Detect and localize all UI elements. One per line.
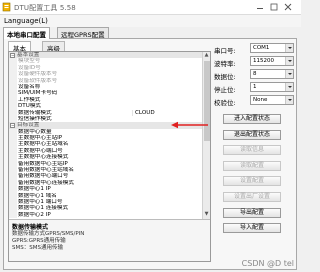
description-panel: 数据传输模式 数据传输方式GPRS/SMS/PIN GPRS:GPRS通用传输 … [9,219,210,261]
field-data-bits: 数据位: 8 [214,69,296,81]
property-name: 数据中心2 IP [18,211,51,218]
description-line-2: GPRS:GPRS通用传输 [12,238,66,244]
chevron-down-icon[interactable] [285,70,293,78]
minimize-icon[interactable] [255,2,265,12]
description-line-1: 数据传输方式GPRS/SMS/PIN [12,231,85,237]
set-config-button[interactable]: 设置配置 [223,176,281,187]
serial-settings: 串口号: COM1 波特率: 115200 数据位: 8 停止位: 1 校验位:… [214,43,296,108]
read-config-button[interactable]: 读取配置 [223,160,281,171]
serial-port-label: 串口号: [214,47,236,55]
action-buttons: 进入配置状态 退出配置状态 读取信息 读取配置 设置配置 设置出厂设置 导出配置… [223,114,291,239]
tab-local-serial[interactable]: 本地串口配置 [3,27,50,39]
chevron-down-icon[interactable] [285,44,293,52]
chevron-down-icon[interactable] [285,96,293,104]
enter-config-button[interactable]: 进入配置状态 [223,114,281,124]
menu-language[interactable]: Language(L) [4,17,48,25]
tab-remote-gprs[interactable]: 远程GPRS配置 [57,27,109,39]
property-row[interactable]: 数据中心2 IP [9,211,204,219]
baud-rate-select[interactable]: 115200 [250,56,294,66]
app-icon [2,2,11,12]
maximize-icon[interactable] [269,2,279,12]
property-grid: − 基本设置 模块型号 设备ID号 设备硬件版本号 设备软件版本号 设备名称 SIM/UIM卡… [8,51,211,262]
title-bar: DTU配置工具 5.58 [0,0,301,15]
stop-bits-select[interactable]: 1 [250,82,294,92]
serial-port-select[interactable]: COM1 [250,43,294,53]
property-rows: − 基本设置 模块型号 设备ID号 设备硬件版本号 设备软件版本号 设备名称 SIM/UIM卡… [9,52,204,219]
field-parity: 校验位: None [214,95,296,107]
subtab-advanced[interactable]: 高级 [42,41,65,53]
parity-label: 校验位: [214,99,236,107]
read-info-button[interactable]: 读取信息 [223,145,281,156]
subtab-basic[interactable]: 基本 [8,41,31,53]
stop-bits-label: 停止位: [214,86,236,94]
description-line-3: SMS：SMS通用传输 [12,245,63,251]
parity-select[interactable]: None [250,95,294,105]
field-serial-port: 串口号: COM1 [214,43,296,55]
close-icon[interactable] [283,2,293,12]
factory-reset-button[interactable]: 设置出厂设置 [223,191,281,202]
scrollbar-thumb[interactable] [204,61,210,141]
import-config-button[interactable]: 导入配置 [223,223,281,234]
chevron-down-icon[interactable] [285,57,293,65]
export-config-button[interactable]: 导出配置 [223,207,281,218]
collapse-icon[interactable]: − [10,123,15,129]
description-title: 数据传输模式 [12,224,49,231]
exit-config-button[interactable]: 退出配置状态 [223,129,281,140]
tab-panel: 基本 高级 − 基本设置 模块型号 设备ID号 设备硬件版本号 设备软件版本号 设备名称 SI… [3,38,297,270]
collapse-icon[interactable]: − [10,53,15,58]
baud-rate-label: 波特率: [214,60,236,68]
data-bits-label: 数据位: [214,73,236,81]
watermark: CSDN @D tel [241,259,294,268]
window-title: DTU配置工具 5.58 [14,4,76,12]
field-baud-rate: 波特率: 115200 [214,56,296,68]
scroll-down-icon[interactable]: ▼ [203,211,210,219]
chevron-down-icon[interactable] [285,83,293,91]
scroll-up-icon[interactable]: ▲ [203,52,210,60]
menu-bar: Language(L) [0,15,301,27]
data-bits-select[interactable]: 8 [250,69,294,79]
row-gutter [9,211,17,219]
field-stop-bits: 停止位: 1 [214,82,296,94]
red-arrow-annotation [171,121,208,129]
